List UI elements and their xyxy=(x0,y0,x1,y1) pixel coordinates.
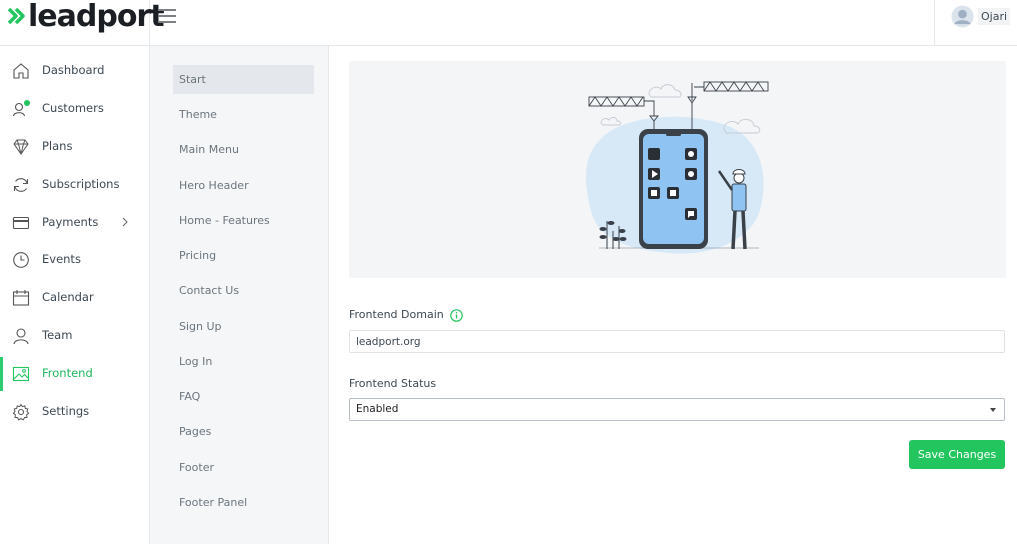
domain-label-row: Frontend Domain xyxy=(349,308,464,322)
submenu-item-footer-panel[interactable]: Footer Panel xyxy=(173,488,314,517)
gear-icon xyxy=(12,403,30,421)
logo[interactable]: leadport xyxy=(0,0,165,46)
menu-toggle-icon[interactable] xyxy=(158,9,176,23)
sidebar-item-label: Calendar xyxy=(42,290,94,304)
user-menu[interactable]: Ojari xyxy=(934,0,1017,46)
sidebar-item-events[interactable]: Events xyxy=(0,243,150,277)
users-icon xyxy=(12,100,30,117)
user-name: Ojari xyxy=(978,8,1011,25)
credit-card-icon xyxy=(12,216,30,230)
domain-label: Frontend Domain xyxy=(349,308,444,321)
sidebar-item-customers[interactable]: Customers xyxy=(0,92,150,126)
sidebar-item-subscriptions[interactable]: Subscriptions xyxy=(0,168,150,202)
sidebar-item-label: Customers xyxy=(42,101,104,115)
sidebar-item-label: Events xyxy=(42,252,81,266)
sidebar-item-team[interactable]: Team xyxy=(0,319,150,353)
logo-text: leadport xyxy=(28,0,165,34)
submenu-item-sign-up[interactable]: Sign Up xyxy=(173,312,314,341)
user-icon xyxy=(13,328,29,345)
frontend-domain-input[interactable] xyxy=(349,330,1005,353)
sidebar-item-label: Plans xyxy=(42,139,73,153)
home-icon xyxy=(13,63,29,79)
image-icon xyxy=(12,366,30,382)
sidebar-item-frontend[interactable]: Frontend xyxy=(0,357,150,391)
sidebar: Dashboard Customers Plans Subscriptions … xyxy=(0,46,150,544)
logo-chevron-icon xyxy=(8,7,25,25)
sidebar-item-label: Frontend xyxy=(42,366,93,380)
submenu-item-start[interactable]: Start xyxy=(173,65,314,94)
sidebar-item-label: Payments xyxy=(42,215,99,229)
sidebar-item-label: Dashboard xyxy=(42,63,105,77)
caret-down-icon xyxy=(990,408,996,412)
save-changes-button[interactable]: Save Changes xyxy=(909,440,1005,469)
submenu-item-pages[interactable]: Pages xyxy=(173,417,314,446)
frontend-submenu: Start Theme Main Menu Hero Header Home -… xyxy=(150,46,329,544)
sidebar-item-calendar[interactable]: Calendar xyxy=(0,281,150,315)
frontend-status-value: Enabled xyxy=(356,403,399,415)
avatar xyxy=(951,5,974,28)
sidebar-item-label: Team xyxy=(42,328,73,342)
chevron-right-icon xyxy=(122,217,128,227)
calendar-icon xyxy=(12,290,30,306)
status-label: Frontend Status xyxy=(349,377,437,390)
sidebar-item-plans[interactable]: Plans xyxy=(0,130,150,164)
sidebar-item-label: Subscriptions xyxy=(42,177,120,191)
submenu-item-main-menu[interactable]: Main Menu xyxy=(173,135,314,164)
hero-illustration xyxy=(349,61,1006,278)
submenu-item-pricing[interactable]: Pricing xyxy=(173,241,314,270)
submenu-item-faq[interactable]: FAQ xyxy=(173,382,314,411)
diamond-icon xyxy=(13,139,29,155)
submenu-item-hero-header[interactable]: Hero Header xyxy=(173,171,314,200)
submenu-item-theme[interactable]: Theme xyxy=(173,100,314,129)
info-icon[interactable] xyxy=(450,308,464,322)
sidebar-item-dashboard[interactable]: Dashboard xyxy=(0,54,150,88)
refresh-icon xyxy=(13,178,29,192)
submenu-item-footer[interactable]: Footer xyxy=(173,453,314,482)
submenu-item-log-in[interactable]: Log In xyxy=(173,347,314,376)
clock-icon xyxy=(13,252,29,268)
submenu-item-home-features[interactable]: Home - Features xyxy=(173,206,314,235)
top-bar: leadport Ojari xyxy=(0,0,1017,46)
frontend-status-select[interactable]: Enabled xyxy=(349,398,1005,421)
sidebar-item-settings[interactable]: Settings xyxy=(0,395,150,429)
sidebar-item-label: Settings xyxy=(42,404,90,418)
submenu-item-contact-us[interactable]: Contact Us xyxy=(173,276,314,305)
sidebar-item-payments[interactable]: Payments xyxy=(0,206,150,240)
